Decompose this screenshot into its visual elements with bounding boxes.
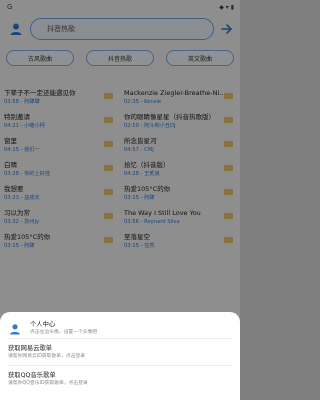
sheet-item-desc: 请帮你网易云ID获取歌单，点击登录 [8,354,86,359]
sheet-item-desc: 点击左边头像，设置一个头像吧 [30,330,98,335]
sheet-item-profile[interactable]: 个人中心 点击左边头像，设置一个头像吧 [0,312,240,338]
sheet-item-netease[interactable]: 获取网易云歌单 请帮你网易云ID获取歌单，点击登录 [0,339,240,365]
bottom-sheet: 个人中心 点击左边头像，设置一个头像吧 获取网易云歌单 请帮你网易云ID获取歌单… [0,312,240,400]
sheet-item-title: 获取网易云歌单 [8,345,53,352]
sheet-item-qqmusic[interactable]: 获取QQ音乐歌单 请帮你QQ音乐ID获取歌单，点击登录 [0,366,240,392]
sheet-item-title: 个人中心 [30,321,56,328]
sheet-item-desc: 请帮你QQ音乐ID获取歌单，点击登录 [8,381,88,386]
user-icon [10,324,20,335]
sheet-item-title: 获取QQ音乐歌单 [8,372,56,379]
profile-icon-wrap [8,322,22,336]
